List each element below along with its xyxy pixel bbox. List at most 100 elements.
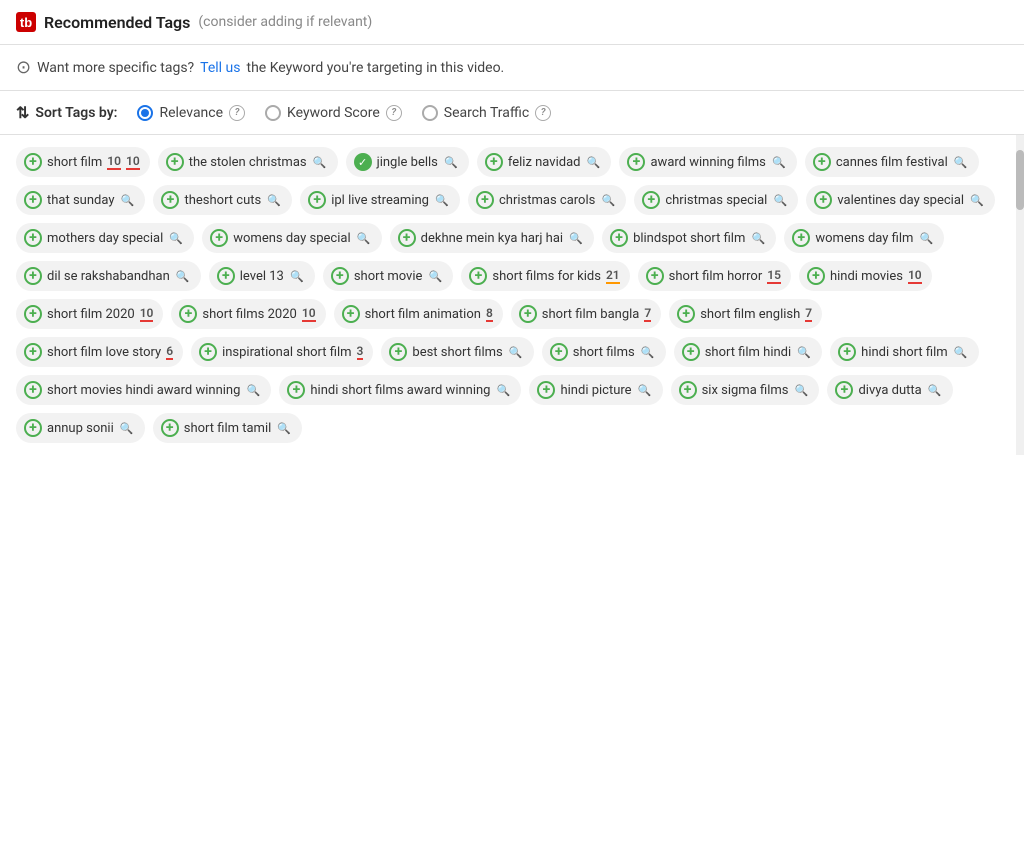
tag-short-movie[interactable]: +short movie🔍 bbox=[323, 261, 454, 291]
tag-short-film-bangla[interactable]: +short film bangla7 bbox=[511, 299, 661, 329]
scrollbar-thumb[interactable] bbox=[1016, 150, 1024, 210]
tag-award-winning-films[interactable]: +award winning films🔍 bbox=[619, 147, 796, 177]
search-icon[interactable]: 🔍 bbox=[600, 192, 616, 208]
search-icon[interactable]: 🔍 bbox=[772, 192, 788, 208]
plus-icon: + bbox=[610, 229, 628, 247]
plus-icon: + bbox=[331, 267, 349, 285]
tag-short-film-animation[interactable]: +short film animation8 bbox=[334, 299, 503, 329]
tag-hindi-short-films-award-winning[interactable]: +hindi short films award winning🔍 bbox=[279, 375, 521, 405]
tag-cannes-film-festival[interactable]: +cannes film festival🔍 bbox=[805, 147, 979, 177]
tag-label: short movies hindi award winning bbox=[47, 383, 240, 398]
search-icon[interactable]: 🔍 bbox=[918, 230, 934, 246]
keyword-score-info-icon[interactable]: ? bbox=[386, 105, 402, 121]
relevance-info-icon[interactable]: ? bbox=[229, 105, 245, 121]
search-icon[interactable]: 🔍 bbox=[289, 268, 305, 284]
search-icon[interactable]: 🔍 bbox=[312, 154, 328, 170]
tag-label: blindspot short film bbox=[633, 231, 745, 246]
tag-short-films-2020[interactable]: +short films 202010 bbox=[171, 299, 325, 329]
radio-search-traffic[interactable] bbox=[422, 105, 438, 121]
search-icon[interactable]: 🔍 bbox=[969, 192, 985, 208]
search-icon[interactable]: 🔍 bbox=[568, 230, 584, 246]
check-icon: ✓ bbox=[354, 153, 372, 171]
plus-icon: + bbox=[342, 305, 360, 323]
search-icon[interactable]: 🔍 bbox=[953, 344, 969, 360]
tag-jingle-bells[interactable]: ✓jingle bells🔍 bbox=[346, 147, 469, 177]
tag-short-film-tamil[interactable]: +short film tamil🔍 bbox=[153, 413, 303, 443]
tag-level-13[interactable]: +level 13🔍 bbox=[209, 261, 315, 291]
tag-label: valentines day special bbox=[837, 193, 964, 208]
tag-label: best short films bbox=[412, 345, 502, 360]
tag-womens-day-film[interactable]: +womens day film🔍 bbox=[784, 223, 944, 253]
search-icon[interactable]: 🔍 bbox=[771, 154, 787, 170]
search-icon[interactable]: 🔍 bbox=[434, 192, 450, 208]
tag-the-stolen-christmas[interactable]: +the stolen christmas🔍 bbox=[158, 147, 338, 177]
sort-search-traffic-label: Search Traffic bbox=[444, 105, 529, 121]
tag-valentines-day-special[interactable]: +valentines day special🔍 bbox=[806, 185, 995, 215]
search-icon[interactable]: 🔍 bbox=[585, 154, 601, 170]
tag-hindi-movies[interactable]: +hindi movies10 bbox=[799, 261, 932, 291]
tag-womens-day-special[interactable]: +womens day special🔍 bbox=[202, 223, 381, 253]
tag-feliz-navidad[interactable]: +feliz navidad🔍 bbox=[477, 147, 612, 177]
search-icon[interactable]: 🔍 bbox=[508, 344, 524, 360]
tag-dekhne-mein-kya-harj-hai[interactable]: +dekhne mein kya harj hai🔍 bbox=[390, 223, 594, 253]
radio-keyword-score[interactable] bbox=[265, 105, 281, 121]
tag-short-film-english[interactable]: +short film english7 bbox=[669, 299, 822, 329]
tag-short-film-2020[interactable]: +short film 202010 bbox=[16, 299, 163, 329]
tag-theshort-cuts[interactable]: +theshort cuts🔍 bbox=[153, 185, 292, 215]
search-icon[interactable]: 🔍 bbox=[637, 382, 653, 398]
tag-label: short film bangla bbox=[542, 307, 640, 322]
search-icon[interactable]: 🔍 bbox=[119, 420, 135, 436]
tag-short-film-love-story[interactable]: +short film love story6 bbox=[16, 337, 183, 367]
search-icon[interactable]: 🔍 bbox=[927, 382, 943, 398]
sort-option-keyword-score[interactable]: Keyword Score ? bbox=[265, 105, 402, 121]
tag-divya-dutta[interactable]: +divya dutta🔍 bbox=[827, 375, 952, 405]
tag-six-sigma-films[interactable]: +six sigma films🔍 bbox=[671, 375, 820, 405]
search-icon[interactable]: 🔍 bbox=[266, 192, 282, 208]
tag-best-short-films[interactable]: +best short films🔍 bbox=[381, 337, 533, 367]
tag-short-film-hindi[interactable]: +short film hindi🔍 bbox=[674, 337, 822, 367]
radio-relevance[interactable] bbox=[137, 105, 153, 121]
tag-short-film-horror[interactable]: +short film horror15 bbox=[638, 261, 791, 291]
search-icon[interactable]: 🔍 bbox=[443, 154, 459, 170]
sort-options: Relevance ? Keyword Score ? Search Traff… bbox=[137, 105, 551, 121]
search-icon[interactable]: 🔍 bbox=[796, 344, 812, 360]
tag-that-sunday[interactable]: +that sunday🔍 bbox=[16, 185, 145, 215]
score-badge-1: 10 bbox=[107, 155, 121, 170]
tag-hindi-picture[interactable]: +hindi picture🔍 bbox=[529, 375, 662, 405]
sort-bar: ⇅ Sort Tags by: Relevance ? Keyword Scor… bbox=[0, 91, 1024, 135]
search-icon[interactable]: 🔍 bbox=[119, 192, 135, 208]
search-icon[interactable]: 🔍 bbox=[793, 382, 809, 398]
tag-short-film[interactable]: +short film1010 bbox=[16, 147, 150, 177]
sort-keyword-score-label: Keyword Score bbox=[287, 105, 380, 121]
tag-annup-sonii[interactable]: +annup sonii🔍 bbox=[16, 413, 145, 443]
tag-hindi-short-film[interactable]: +hindi short film🔍 bbox=[830, 337, 978, 367]
search-icon[interactable]: 🔍 bbox=[276, 420, 292, 436]
plus-icon: + bbox=[24, 229, 42, 247]
tag-blindspot-short-film[interactable]: + blindspot short film 🔍 bbox=[602, 223, 776, 253]
tag-inspirational-short-film[interactable]: +inspirational short film3 bbox=[191, 337, 373, 367]
plus-icon: + bbox=[199, 343, 217, 361]
search-icon[interactable]: 🔍 bbox=[175, 268, 191, 284]
plus-icon: + bbox=[679, 381, 697, 399]
tag-dil-se-rakshabandhan[interactable]: +dil se rakshabandhan🔍 bbox=[16, 261, 201, 291]
tag-mothers-day-special[interactable]: +mothers day special🔍 bbox=[16, 223, 194, 253]
tag-short-films[interactable]: +short films🔍 bbox=[542, 337, 666, 367]
search-icon[interactable]: 🔍 bbox=[427, 268, 443, 284]
plus-icon: + bbox=[398, 229, 416, 247]
search-icon[interactable]: 🔍 bbox=[356, 230, 372, 246]
search-icon[interactable]: 🔍 bbox=[640, 344, 656, 360]
tag-short-movies-hindi-award-winning[interactable]: +short movies hindi award winning🔍 bbox=[16, 375, 271, 405]
sort-option-relevance[interactable]: Relevance ? bbox=[137, 105, 245, 121]
tell-us-link[interactable]: Tell us bbox=[200, 60, 240, 76]
search-traffic-info-icon[interactable]: ? bbox=[535, 105, 551, 121]
search-icon[interactable]: 🔍 bbox=[168, 230, 184, 246]
sort-option-search-traffic[interactable]: Search Traffic ? bbox=[422, 105, 551, 121]
tag-short-films-for-kids[interactable]: +short films for kids21 bbox=[461, 261, 629, 291]
search-icon[interactable]: 🔍 bbox=[245, 382, 261, 398]
tag-ipl-live-streaming[interactable]: +ipl live streaming🔍 bbox=[300, 185, 460, 215]
search-icon[interactable]: 🔍 bbox=[953, 154, 969, 170]
tag-christmas-special[interactable]: +christmas special🔍 bbox=[634, 185, 798, 215]
search-icon[interactable]: 🔍 bbox=[750, 230, 766, 246]
search-icon[interactable]: 🔍 bbox=[495, 382, 511, 398]
tag-christmas-carols[interactable]: +christmas carols🔍 bbox=[468, 185, 626, 215]
